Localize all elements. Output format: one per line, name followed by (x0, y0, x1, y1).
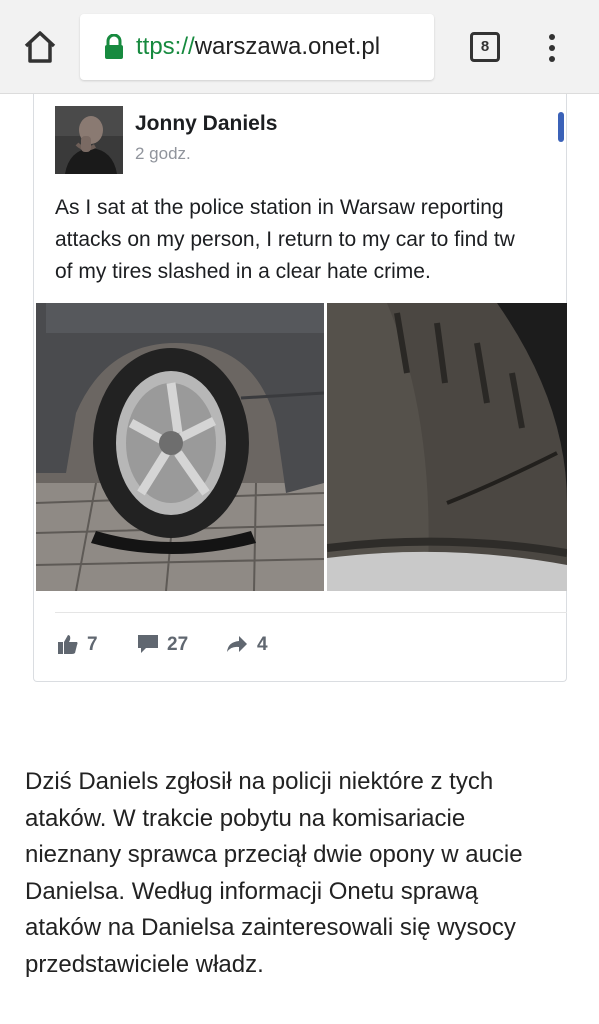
url-text[interactable]: ttps://warszawa.onet.pl (136, 31, 380, 63)
address-bar[interactable]: ttps://warszawa.onet.pl (80, 14, 434, 80)
thumbs-up-icon (58, 635, 78, 654)
facebook-logo-icon (558, 112, 564, 142)
post-photo-tire-closeup[interactable] (327, 303, 567, 591)
comment-icon (138, 635, 158, 653)
post-timestamp[interactable]: 2 godz. (135, 144, 191, 164)
tabs-counter-button[interactable]: 8 (470, 32, 500, 62)
article-paragraph: Dziś Daniels zgłosił na policji niektóre… (25, 768, 523, 978)
home-button[interactable] (20, 27, 60, 67)
post-text: As I sat at the police station in Warsaw… (55, 196, 515, 283)
url-host: warszawa.onet.pl (194, 33, 381, 60)
avatar[interactable] (55, 106, 123, 174)
home-icon (24, 31, 56, 63)
share-icon (227, 636, 247, 652)
comment-reaction[interactable]: 27 (137, 630, 217, 660)
share-count: 4 (257, 634, 268, 655)
browser-toolbar: ttps://warszawa.onet.pl 8 (0, 0, 599, 94)
card-divider (55, 612, 567, 613)
reaction-bar: 7 27 4 (57, 630, 357, 660)
comment-count: 27 (167, 634, 189, 655)
more-menu-icon[interactable] (540, 28, 564, 68)
url-scheme: ttps:// (136, 33, 195, 60)
like-count: 7 (87, 634, 98, 655)
like-reaction[interactable]: 7 (57, 630, 117, 660)
post-photo-car-tire[interactable] (36, 303, 324, 591)
embedded-facebook-post: Jonny Daniels 2 godz. As I sat at the po… (33, 94, 567, 682)
lock-icon (105, 34, 123, 59)
share-reaction[interactable]: 4 (225, 630, 285, 660)
post-author[interactable]: Jonny Daniels (135, 112, 277, 136)
